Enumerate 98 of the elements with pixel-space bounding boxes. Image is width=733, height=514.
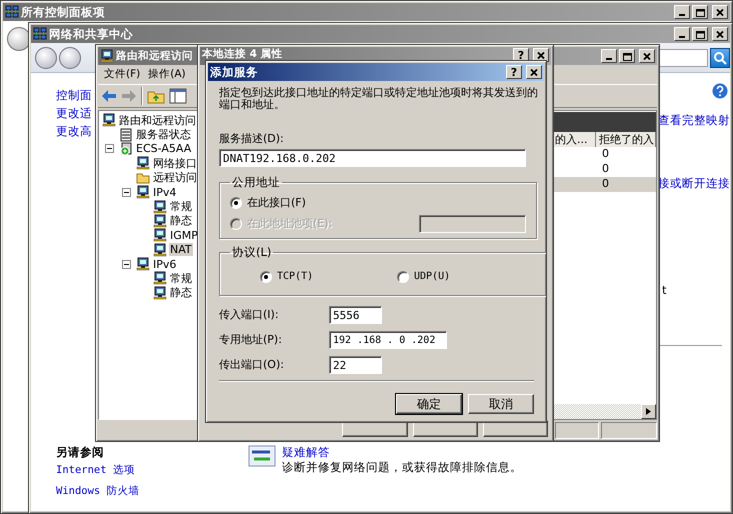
maximize-button[interactable]	[692, 5, 708, 19]
tree-item[interactable]: 静态	[169, 213, 193, 228]
troubleshoot-description: 诊断并修复网络问题，或获得故障排除信息。	[282, 460, 522, 475]
section-heading: 另请参阅	[56, 445, 105, 460]
tree-item[interactable]: IPv6	[152, 258, 178, 271]
minimize-button[interactable]	[674, 27, 690, 41]
close-icon[interactable]	[642, 52, 652, 60]
see-also-link[interactable]: Internet 选项	[56, 463, 140, 478]
tree-item[interactable]: IGMP	[169, 228, 199, 242]
sidebar-link[interactable]: 控制面	[56, 88, 92, 103]
table-cell-text: 0	[601, 147, 610, 162]
description-text: 指定包到达此接口地址的特定端口或特定地址池项时将其发送到的端口和地址。	[219, 87, 539, 111]
close-button[interactable]	[526, 65, 542, 79]
maximize-button[interactable]	[692, 27, 708, 41]
column-header[interactable]: 拒绝了的入	[596, 132, 656, 147]
see-also-link[interactable]: Windows 防火墙	[56, 484, 140, 499]
window-title: 添加服务	[210, 64, 258, 80]
minimize-button[interactable]	[674, 5, 690, 19]
computer-icon	[153, 242, 167, 257]
menu-item[interactable]: 操作(A)	[148, 67, 186, 82]
tree-item[interactable]: 远程访问	[152, 170, 198, 186]
maximize-icon[interactable]	[695, 8, 705, 16]
maximize-button[interactable]	[619, 49, 635, 63]
dialog-button[interactable]: 取消	[468, 394, 534, 414]
table-cell-text: 0	[601, 177, 610, 192]
computer-icon	[136, 156, 150, 170]
close-button[interactable]	[712, 27, 728, 41]
field-label: 专用地址(P):	[219, 332, 282, 348]
computer-icon	[136, 257, 150, 272]
tree-item[interactable]: 网络接口	[152, 156, 198, 171]
maximize-icon[interactable]	[622, 52, 632, 60]
table-row[interactable]: 0	[552, 177, 656, 192]
close-icon[interactable]	[536, 50, 546, 60]
radio-label: 在此接口(F)	[247, 195, 306, 210]
field-label: 传入端口(I):	[219, 307, 279, 323]
tree-item[interactable]: 路由和远程访问	[118, 112, 197, 128]
column-header[interactable]: 的入...	[552, 132, 596, 147]
right-arrow-icon[interactable]	[646, 408, 651, 415]
search-button[interactable]	[710, 48, 730, 68]
tree-item[interactable]: 常规	[169, 271, 193, 286]
tree-item[interactable]: ECS-A5AA	[135, 142, 192, 156]
close-icon[interactable]	[715, 8, 725, 16]
close-button[interactable]	[712, 5, 728, 19]
radio-button[interactable]	[230, 196, 242, 208]
server-icon	[119, 128, 133, 142]
status-bar-section	[555, 422, 599, 439]
help-button[interactable]: ?	[506, 65, 522, 79]
folder-icon	[136, 170, 150, 185]
close-button[interactable]	[639, 49, 655, 63]
minimize-button[interactable]	[601, 49, 617, 63]
horizontal-scrollbar[interactable]	[552, 404, 656, 419]
computer-icon	[153, 214, 167, 228]
computer-icon	[153, 286, 167, 300]
table-row[interactable]: 0	[552, 147, 656, 162]
computer-icon	[136, 185, 150, 200]
dialog-button[interactable]: 确定	[396, 394, 462, 414]
sidebar-link[interactable]: 更改适	[56, 106, 92, 121]
tree-item[interactable]: 静态	[169, 285, 193, 300]
forward-button[interactable]	[59, 46, 81, 68]
computer-icon	[153, 228, 167, 242]
window-title: 所有控制面板项	[21, 4, 105, 20]
group-label: 公用地址	[231, 175, 281, 190]
service-description-field[interactable]: DNAT192.168.0.202	[219, 149, 526, 167]
table-cell-text: 0	[601, 162, 610, 177]
close-icon[interactable]	[529, 68, 539, 76]
field-label: 服务描述(D):	[219, 131, 285, 146]
server-computer-icon	[119, 142, 133, 156]
tree-item[interactable]: NAT	[169, 243, 193, 256]
field-label: 传出端口(O):	[219, 357, 284, 373]
menu-item[interactable]: 文件(F)	[104, 67, 140, 82]
radio-label: TCP(T)	[277, 271, 314, 282]
maximize-icon[interactable]	[695, 30, 705, 38]
back-arrow-icon[interactable]	[101, 89, 117, 103]
address-pool-field[interactable]	[419, 214, 526, 232]
port-field[interactable]: 5556	[329, 306, 382, 324]
status-bar-section	[601, 422, 657, 439]
radio-button[interactable]	[397, 270, 409, 282]
window-title: 路由和远程访问	[116, 49, 193, 63]
ip-address-field[interactable]: 192 .168 . 0 .202	[329, 331, 447, 349]
tree-item[interactable]: 服务器状态	[135, 127, 192, 142]
port-field[interactable]: 22	[329, 356, 382, 374]
troubleshoot-icon	[248, 445, 276, 467]
group-label: 协议(L)	[231, 245, 272, 260]
window-title: 本地连接 4 属性	[202, 48, 283, 60]
radio-label: UDP(U)	[414, 271, 450, 282]
window-title: 网络和共享中心	[49, 26, 133, 42]
text-fragment: t	[662, 283, 667, 297]
close-icon[interactable]	[715, 30, 725, 38]
computer-icon	[102, 113, 116, 128]
computer-icon	[153, 200, 167, 214]
tree-item[interactable]: IPv4	[152, 186, 178, 199]
computer-icon	[153, 271, 167, 286]
console-tree-icon[interactable]	[169, 88, 187, 104]
tree-item[interactable]: 常规	[169, 199, 193, 214]
troubleshoot-link[interactable]: 疑难解答	[282, 445, 522, 460]
sidebar-link[interactable]: 更改高	[56, 124, 92, 139]
table-row[interactable]: 0	[552, 162, 656, 177]
radio-button[interactable]	[260, 270, 272, 282]
